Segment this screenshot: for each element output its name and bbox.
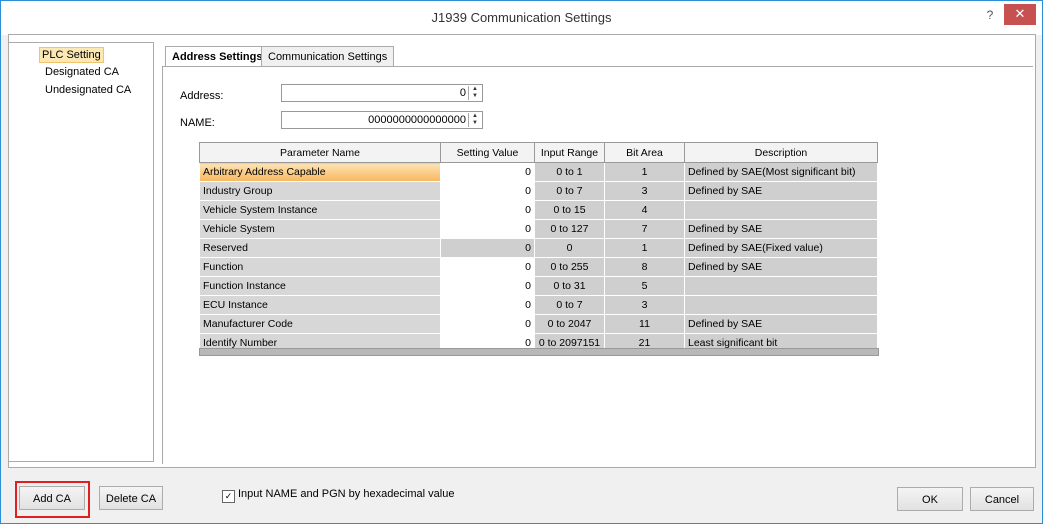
bit-area: 1: [604, 162, 685, 182]
parameter-table: Parameter Name Setting Value Input Range…: [199, 142, 878, 353]
tree-item-plc-setting[interactable]: PLC Setting: [39, 47, 104, 63]
setting-value[interactable]: 0: [440, 162, 535, 182]
setting-value[interactable]: 0: [440, 257, 535, 277]
description: Defined by SAE: [684, 314, 878, 334]
param-name[interactable]: Arbitrary Address Capable: [199, 162, 441, 182]
description: Defined by SAE(Fixed value): [684, 238, 878, 258]
input-range: 0 to 31: [534, 276, 605, 296]
bit-area: 5: [604, 276, 685, 296]
bit-area: 1: [604, 238, 685, 258]
param-name[interactable]: Function Instance: [199, 276, 441, 296]
table-row[interactable]: Manufacturer Code 0 0 to 2047 11 Defined…: [199, 314, 878, 334]
hex-input-checkbox[interactable]: ✓ Input NAME and PGN by hexadecimal value: [222, 488, 454, 503]
table-row[interactable]: Reserved 0 0 1 Defined by SAE(Fixed valu…: [199, 238, 878, 258]
param-name[interactable]: Vehicle System: [199, 219, 441, 239]
param-name[interactable]: ECU Instance: [199, 295, 441, 315]
name-input[interactable]: 0000000000000000 ▲ ▼: [281, 111, 483, 129]
input-range: 0 to 255: [534, 257, 605, 277]
window-title: J1939 Communication Settings: [431, 10, 612, 25]
col-header-description: Description: [684, 142, 878, 163]
table-row[interactable]: Arbitrary Address Capable 0 0 to 1 1 Def…: [199, 162, 878, 182]
setting-value[interactable]: 0: [440, 200, 535, 220]
input-range: 0 to 7: [534, 295, 605, 315]
input-range: 0 to 2047: [534, 314, 605, 334]
help-button[interactable]: ?: [978, 5, 1002, 25]
cancel-button[interactable]: Cancel: [970, 487, 1034, 511]
param-name[interactable]: Function: [199, 257, 441, 277]
col-header-input-range: Input Range: [534, 142, 605, 163]
add-ca-highlight: [15, 481, 90, 518]
bit-area: 11: [604, 314, 685, 334]
address-input[interactable]: 0 ▲ ▼: [281, 84, 483, 102]
col-header-parameter-name: Parameter Name: [199, 142, 441, 163]
description: [684, 276, 878, 296]
tree-item-undesignated-ca[interactable]: Undesignated CA: [43, 83, 133, 97]
bit-area: 3: [604, 181, 685, 201]
bit-area: 4: [604, 200, 685, 220]
input-range: 0 to 7: [534, 181, 605, 201]
checkbox-checked-icon[interactable]: ✓: [222, 490, 235, 503]
name-spinner[interactable]: ▲ ▼: [468, 113, 481, 127]
setting-value[interactable]: 0: [440, 181, 535, 201]
address-spinner[interactable]: ▲ ▼: [468, 86, 481, 100]
param-name[interactable]: Reserved: [199, 238, 441, 258]
param-name[interactable]: Vehicle System Instance: [199, 200, 441, 220]
table-row[interactable]: Function Instance 0 0 to 31 5: [199, 276, 878, 296]
table-row[interactable]: Vehicle System Instance 0 0 to 15 4: [199, 200, 878, 220]
setting-value[interactable]: 0: [440, 295, 535, 315]
close-button[interactable]: ✕: [1004, 4, 1036, 25]
ca-tree: PLC Setting Designated CA Undesignated C…: [8, 42, 154, 462]
address-value: 0: [459, 87, 466, 99]
description: [684, 295, 878, 315]
description: Defined by SAE: [684, 219, 878, 239]
hex-input-label: Input NAME and PGN by hexadecimal value: [238, 488, 455, 500]
description: [684, 200, 878, 220]
bit-area: 7: [604, 219, 685, 239]
input-range: 0 to 127: [534, 219, 605, 239]
tree-item-designated-ca[interactable]: Designated CA: [43, 65, 121, 79]
address-label: Address:: [180, 90, 224, 102]
title-bar: J1939 Communication Settings ? ✕: [1, 1, 1042, 35]
setting-value[interactable]: 0: [440, 314, 535, 334]
table-row[interactable]: Function 0 0 to 255 8 Defined by SAE: [199, 257, 878, 277]
bit-area: 8: [604, 257, 685, 277]
table-row[interactable]: ECU Instance 0 0 to 7 3: [199, 295, 878, 315]
setting-value: 0: [440, 238, 535, 258]
input-range: 0 to 15: [534, 200, 605, 220]
col-header-setting-value: Setting Value: [440, 142, 535, 163]
table-footer-bar: [199, 348, 879, 356]
setting-value[interactable]: 0: [440, 219, 535, 239]
name-label: NAME:: [180, 117, 215, 129]
bit-area: 3: [604, 295, 685, 315]
name-value: 0000000000000000: [368, 114, 466, 126]
tab-communication-settings[interactable]: Communication Settings: [261, 46, 395, 68]
input-range: 0: [534, 238, 605, 258]
delete-ca-button[interactable]: Delete CA: [99, 486, 163, 510]
table-row[interactable]: Industry Group 0 0 to 7 3 Defined by SAE: [199, 181, 878, 201]
setting-value[interactable]: 0: [440, 276, 535, 296]
description: Defined by SAE(Most significant bit): [684, 162, 878, 182]
description: Defined by SAE: [684, 181, 878, 201]
col-header-bit-area: Bit Area: [604, 142, 685, 163]
ok-button[interactable]: OK: [897, 487, 963, 511]
input-range: 0 to 1: [534, 162, 605, 182]
table-row[interactable]: Vehicle System 0 0 to 127 7 Defined by S…: [199, 219, 878, 239]
param-name[interactable]: Manufacturer Code: [199, 314, 441, 334]
param-name[interactable]: Industry Group: [199, 181, 441, 201]
description: Defined by SAE: [684, 257, 878, 277]
